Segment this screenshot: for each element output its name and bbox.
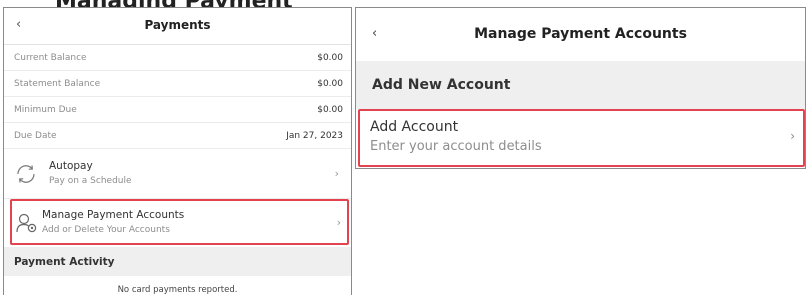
due-date-row: Due Date Jan 27, 2023 (4, 123, 351, 149)
statement-balance-row: Statement Balance $0.00 (4, 71, 351, 97)
due-date-label: Due Date (14, 130, 57, 141)
manage-payment-accounts-item[interactable]: Manage Payment Accounts Add or Delete Yo… (10, 199, 349, 245)
manage-payment-accounts-screen: ‹ Manage Payment Accounts Add New Accoun… (355, 7, 806, 169)
add-account-title: Add Account (370, 119, 459, 135)
add-account-item[interactable]: Add Account Enter your account details › (358, 109, 805, 167)
manage-accounts-header: ‹ Manage Payment Accounts (356, 8, 805, 61)
add-new-account-heading: Add New Account (356, 61, 805, 109)
current-balance-value: $0.00 (317, 52, 343, 63)
autopay-item[interactable]: Autopay Pay on a Schedule › (4, 149, 351, 199)
statement-balance-label: Statement Balance (14, 78, 101, 89)
chevron-right-icon: › (336, 216, 341, 229)
page-title: Payments (144, 18, 211, 32)
manage-accounts-subtitle: Add or Delete Your Accounts (42, 225, 170, 235)
user-settings-icon (15, 212, 39, 234)
empty-state-text: No card payments reported. (117, 285, 238, 295)
chevron-right-icon: › (790, 129, 795, 143)
payment-activity-heading: Payment Activity (4, 247, 351, 276)
payments-screen: ‹ Payments Current Balance $0.00 Stateme… (3, 7, 352, 295)
payments-header: ‹ Payments (4, 8, 351, 45)
current-balance-label: Current Balance (14, 52, 87, 63)
minimum-due-row: Minimum Due $0.00 (4, 97, 351, 123)
minimum-due-value: $0.00 (317, 104, 343, 115)
page-title: Manage Payment Accounts (474, 26, 687, 42)
chevron-right-icon: › (334, 167, 339, 180)
autopay-subtitle: Pay on a Schedule (49, 176, 132, 186)
current-balance-row: Current Balance $0.00 (4, 45, 351, 71)
add-account-subtitle: Enter your account details (370, 139, 542, 154)
manage-accounts-title: Manage Payment Accounts (42, 209, 185, 221)
autopay-title: Autopay (49, 160, 93, 172)
statement-balance-value: $0.00 (317, 78, 343, 89)
minimum-due-label: Minimum Due (14, 104, 77, 115)
due-date-value: Jan 27, 2023 (286, 130, 343, 141)
refresh-icon (14, 163, 38, 185)
